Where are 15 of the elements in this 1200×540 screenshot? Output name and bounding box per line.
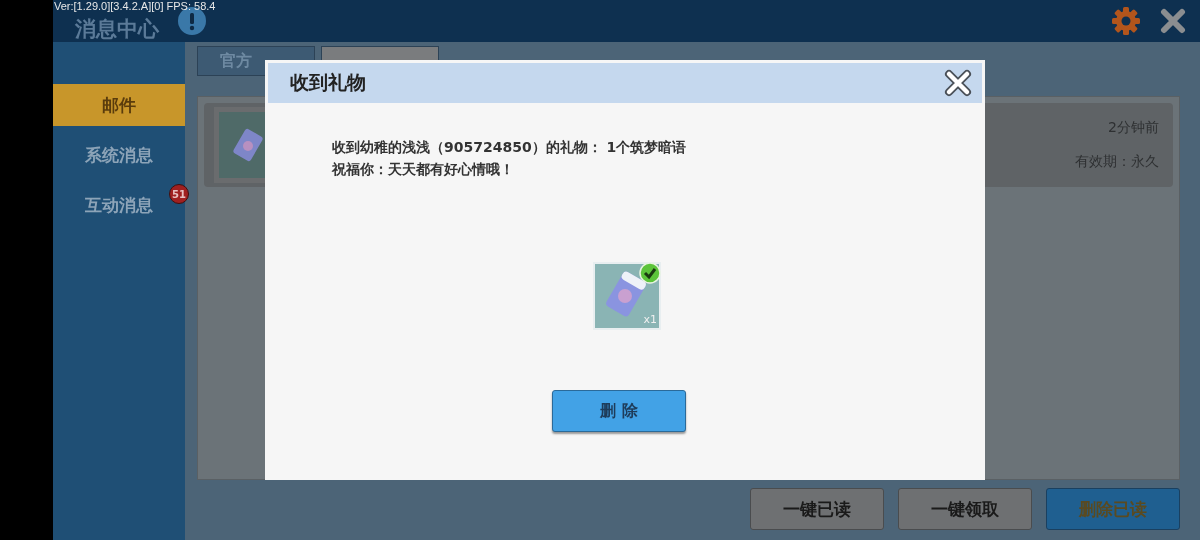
item-count: x1 <box>643 313 657 326</box>
delete-button[interactable]: 删 除 <box>552 390 686 432</box>
sidebar-item[interactable]: 邮件 <box>53 84 185 126</box>
settings-icon[interactable] <box>1110 5 1142 37</box>
close-icon[interactable] <box>944 69 972 97</box>
action-button[interactable]: 一键已读 <box>750 488 884 530</box>
message-line: 收到幼稚的浅浅（905724850）的礼物： 1个筑梦暗语 <box>332 138 687 157</box>
close-icon[interactable] <box>1160 8 1186 34</box>
message-line: 祝福你：天天都有好心情哦！ <box>332 160 515 179</box>
debug-status-text: Ver:[1.29.0][3.4.2.A][0] FPS: 58.4 <box>54 0 216 12</box>
gift-item-slot[interactable]: x1 <box>593 262 661 330</box>
sidebar-item[interactable]: 系统消息 <box>53 130 185 180</box>
count-badge: 51 <box>169 184 189 204</box>
window-title: 消息中心 <box>75 18 159 40</box>
action-button[interactable]: 一键领取 <box>898 488 1032 530</box>
